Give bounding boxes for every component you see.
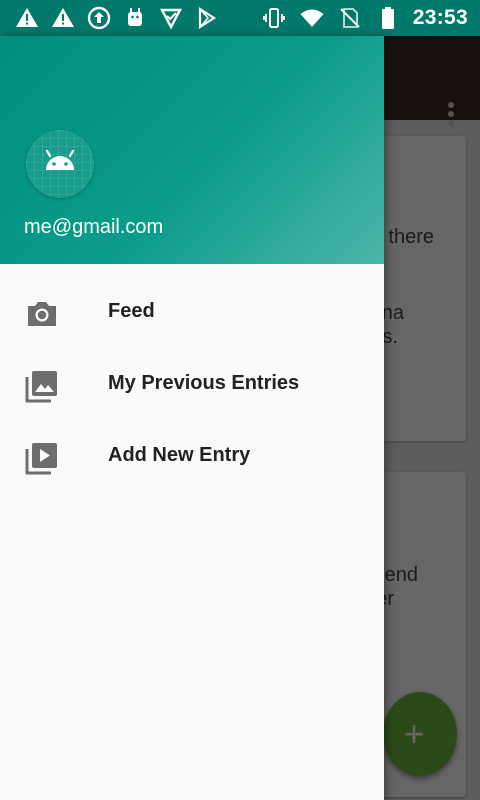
warning-icon xyxy=(14,5,40,31)
battery-icon xyxy=(375,5,401,31)
upload-icon xyxy=(86,5,112,31)
drawer-header: me@gmail.com xyxy=(0,36,384,264)
no-sim-icon xyxy=(337,5,363,31)
photo-library-icon xyxy=(24,368,60,404)
account-email: me@gmail.com xyxy=(24,216,164,238)
drawer-item-label: My Previous Entries xyxy=(108,372,300,394)
android-icon[interactable] xyxy=(26,130,94,198)
wifi-icon xyxy=(299,5,325,31)
drawer-item-label: Feed xyxy=(108,300,155,322)
drawer-item-previous-entries[interactable]: My Previous Entries xyxy=(0,348,384,420)
vibrate-icon xyxy=(261,5,287,31)
video-library-icon xyxy=(24,440,60,476)
clock: 23:53 xyxy=(412,6,468,29)
drawer-item-label: Add New Entry xyxy=(108,444,251,466)
status-bar: 23:53 xyxy=(0,0,480,36)
camera-icon xyxy=(24,296,60,332)
navigation-drawer: me@gmail.com Feed My Previous Entries Ad… xyxy=(0,36,384,800)
android-debug-icon xyxy=(122,5,148,31)
drawer-item-feed[interactable]: Feed xyxy=(0,276,384,348)
check-list-icon xyxy=(158,5,184,31)
drawer-menu: Feed My Previous Entries Add New Entry xyxy=(0,276,384,492)
warning-icon xyxy=(50,5,76,31)
drawer-item-add-new-entry[interactable]: Add New Entry xyxy=(0,420,384,492)
play-store-icon xyxy=(194,5,220,31)
